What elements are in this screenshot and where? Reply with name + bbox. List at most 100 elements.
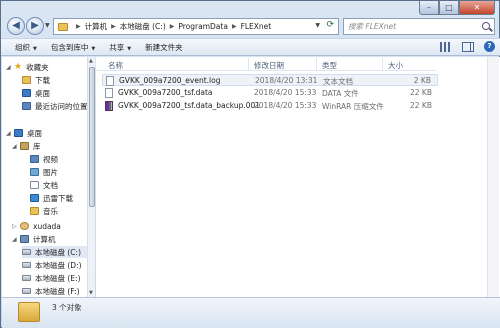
nav-drive-e[interactable]: 本地磁盘 (E:) (22, 272, 81, 284)
scrollbar-thumb[interactable] (89, 67, 95, 207)
file-date: 2018/4/20 15:33 (254, 101, 317, 110)
recent-pages-dropdown[interactable]: ▼ (45, 22, 50, 29)
desktop-icon (22, 89, 31, 97)
file-type: WinRAR 压缩文件 (322, 102, 384, 111)
file-list: 名称 修改日期 类型 大小 GVKK_009a7200_event.log 20… (96, 57, 500, 297)
change-view-icon[interactable] (440, 41, 452, 52)
nav-music[interactable]: 音乐 (30, 205, 58, 217)
file-name: GVKK_009a7200_event.log (119, 76, 221, 85)
search-placeholder: 搜索 FLEXnet (348, 22, 397, 31)
refresh-icon[interactable]: ⟳ (326, 20, 334, 30)
column-type[interactable]: 类型 (322, 60, 337, 71)
share-button[interactable]: 共享 ▼ (109, 42, 131, 53)
file-size: 22 KB (410, 88, 432, 97)
nav-downloads[interactable]: 下载 (22, 74, 50, 86)
video-icon (30, 155, 39, 163)
chevron-right-icon[interactable]: ▶ (111, 23, 116, 30)
nav-recent-places[interactable]: 最近访问的位置 (22, 100, 88, 112)
pictures-icon (30, 168, 39, 176)
drive-icon (22, 275, 31, 281)
organize-button[interactable]: 组织 ▼ (15, 42, 37, 53)
nav-desktop-favorite[interactable]: 桌面 (22, 87, 50, 99)
file-date: 2018/4/20 13:31 (255, 76, 318, 85)
view-controls: ? (440, 41, 495, 52)
expand-arrow-icon[interactable]: ◢ (6, 64, 14, 71)
file-name: GVKK_009a7200_tsf.data (118, 88, 213, 97)
file-list-scrollbar[interactable] (487, 57, 499, 297)
table-row[interactable]: GVKK_009a7200_tsf.data_backup.001 2018/4… (102, 100, 438, 112)
details-pane: 3 个对象 (2, 297, 500, 328)
file-name: GVKK_009a7200_tsf.data_backup.001 (118, 101, 261, 110)
include-in-library-button[interactable]: 包含到库中 ▼ (51, 42, 95, 53)
chevron-down-icon[interactable]: ▼ (315, 22, 320, 29)
data-file-icon (105, 88, 113, 98)
navigation-pane: ◢ ★ 收藏夹 下载 桌面 最近访问的位置 ◢ 桌面 ◢ 库 视频 图片 文档 … (2, 57, 94, 297)
documents-icon (30, 181, 39, 189)
address-bar[interactable]: ▶ 计算机 ▶ 本地磁盘 (C:) ▶ ProgramData ▶ FLEXne… (53, 18, 339, 35)
downloads-folder-icon (22, 76, 31, 84)
nav-documents[interactable]: 文档 (30, 179, 58, 191)
chevron-right-icon[interactable]: ▶ (170, 23, 175, 30)
nav-thunder-downloads[interactable]: 迅雷下载 (30, 192, 73, 204)
nav-user[interactable]: ▷ xudada (12, 220, 61, 232)
new-folder-button[interactable]: 新建文件夹 (145, 42, 183, 53)
table-row[interactable]: GVKK_009a7200_tsf.data 2018/4/20 15:33 D… (102, 87, 438, 99)
breadcrumb-drive-c[interactable]: 本地磁盘 (C:) (120, 21, 166, 32)
nav-library[interactable]: ◢ 库 (12, 140, 41, 152)
breadcrumb-programdata[interactable]: ProgramData (178, 22, 228, 31)
thunder-download-icon (30, 194, 39, 202)
table-row[interactable]: GVKK_009a7200_event.log 2018/4/20 13:31 … (102, 74, 438, 86)
minimize-button[interactable]: – (419, 1, 439, 15)
log-file-icon (106, 76, 114, 86)
help-icon[interactable]: ? (484, 41, 495, 52)
file-size: 2 KB (413, 76, 431, 85)
expand-arrow-icon[interactable]: ◢ (6, 130, 14, 137)
search-input[interactable]: 搜索 FLEXnet (343, 18, 495, 35)
nav-videos[interactable]: 视频 (30, 153, 58, 165)
nav-desktop[interactable]: ◢ 桌面 (6, 127, 42, 139)
folder-icon (58, 22, 68, 31)
column-name[interactable]: 名称 (108, 60, 123, 71)
navigation-scrollbar[interactable]: ▲ ▼ (87, 57, 95, 297)
back-button[interactable]: ◀ (7, 17, 25, 35)
library-icon (20, 142, 29, 150)
chevron-down-icon: ▼ (127, 45, 132, 52)
music-icon (30, 207, 39, 215)
desktop-icon (14, 129, 23, 137)
close-button[interactable]: ✕ (459, 1, 495, 15)
expand-arrow-icon[interactable]: ◢ (12, 143, 20, 150)
chevron-right-icon[interactable]: ▶ (76, 23, 81, 30)
breadcrumb-flexnet[interactable]: FLEXnet (241, 22, 272, 31)
file-date: 2018/4/20 15:33 (254, 88, 317, 97)
breadcrumb-computer[interactable]: 计算机 (85, 21, 108, 32)
nav-drive-f[interactable]: 本地磁盘 (F:) (22, 285, 80, 297)
nav-computer[interactable]: ◢ 计算机 (12, 233, 56, 245)
address-row: ◀ ▶ ▼ ▶ 计算机 ▶ 本地磁盘 (C:) ▶ ProgramData ▶ … (1, 15, 500, 37)
preview-pane-icon[interactable] (462, 41, 474, 52)
window-controls: – □ ✕ (419, 1, 495, 15)
user-icon (20, 222, 29, 230)
expand-arrow-icon[interactable]: ▷ (12, 223, 20, 230)
recent-places-icon (22, 102, 31, 110)
expand-arrow-icon[interactable]: ◢ (12, 236, 20, 243)
explorer-window: – □ ✕ ◀ ▶ ▼ ▶ 计算机 ▶ 本地磁盘 (C:) ▶ ProgramD… (0, 0, 500, 328)
search-icon[interactable] (482, 22, 490, 30)
scroll-down-icon[interactable]: ▼ (89, 290, 93, 296)
nav-pictures[interactable]: 图片 (30, 166, 58, 178)
drive-icon (22, 249, 31, 255)
chevron-right-icon[interactable]: ▶ (232, 23, 237, 30)
nav-favorites[interactable]: ◢ ★ 收藏夹 (6, 61, 49, 73)
nav-drive-d[interactable]: 本地磁盘 (D:) (22, 259, 82, 271)
column-size[interactable]: 大小 (388, 60, 403, 71)
star-icon: ★ (14, 61, 23, 72)
folder-icon (18, 302, 40, 322)
maximize-button[interactable]: □ (439, 1, 459, 15)
column-header-row: 名称 修改日期 类型 大小 (96, 57, 436, 71)
scroll-up-icon[interactable]: ▲ (89, 58, 93, 64)
forward-button[interactable]: ▶ (26, 17, 44, 35)
chevron-down-icon: ▼ (91, 45, 96, 52)
item-count: 3 个对象 (52, 303, 82, 312)
rar-archive-icon (105, 101, 113, 111)
column-date[interactable]: 修改日期 (254, 60, 284, 71)
nav-drive-c[interactable]: 本地磁盘 (C:) (22, 246, 94, 258)
